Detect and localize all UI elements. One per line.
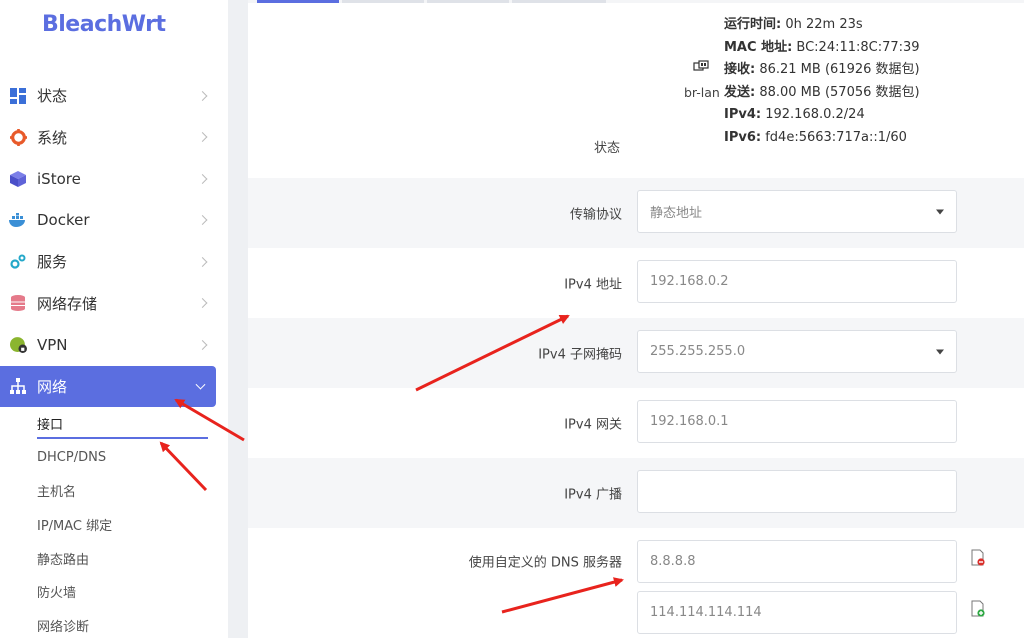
protocol-value: 静态地址 [650, 206, 703, 221]
sidebar-item-services[interactable]: 服务 [0, 241, 228, 283]
network-subnav: 接口 DHCP/DNS 主机名 IP/MAC 绑定 静态路由 防火墙 网络诊断 [0, 407, 228, 638]
gears-icon [9, 253, 27, 271]
subnav-item-firewall[interactable]: 防火墙 [37, 575, 228, 609]
chevron-right-icon [197, 215, 208, 226]
caret-down-icon [936, 349, 944, 354]
ipv4-address-value: 192.168.0.2 [650, 274, 729, 289]
device-name: br-lan [684, 85, 720, 100]
dns-server-value-1: 8.8.8.8 [650, 554, 696, 569]
stat-tx: 发送: 88.00 MB (57056 数据包) [724, 84, 920, 100]
network-tree-icon [9, 377, 27, 395]
sidebar-item-istore[interactable]: iStore [0, 158, 228, 200]
dashboard-icon [9, 87, 27, 105]
ipv4-netmask-select[interactable]: 255.255.255.0 [637, 330, 957, 373]
sidebar-item-label: 状态 [37, 87, 68, 106]
add-dns-button[interactable] [969, 600, 987, 618]
stat-rx: 接收: 86.21 MB (61926 数据包) [724, 62, 920, 78]
ipv4-gateway-value: 192.168.0.1 [650, 414, 729, 429]
interface-stats: 运行时间: 0h 22m 23s MAC 地址: BC:24:11:8C:77:… [724, 14, 920, 150]
sidebar-item-network[interactable]: 网络 [0, 365, 216, 407]
subnav-item-static-routes[interactable]: 静态路由 [37, 541, 228, 575]
docker-whale-icon [9, 211, 27, 229]
stat-uptime: 运行时间: 0h 22m 23s [724, 17, 863, 32]
sidebar-item-storage[interactable]: 网络存储 [0, 283, 228, 325]
ipv4-gateway-label: IPv4 网关 [564, 417, 622, 433]
sidebar-item-status[interactable]: 状态 [0, 75, 228, 117]
dns-server-input-1[interactable]: 8.8.8.8 [637, 540, 957, 583]
ipv4-gateway-input[interactable]: 192.168.0.1 [637, 400, 957, 443]
ethernet-port-icon [693, 60, 709, 78]
subnav-item-interfaces[interactable]: 接口 [37, 407, 228, 441]
chevron-right-icon [197, 173, 208, 184]
subnav-item-ip-mac-binding[interactable]: IP/MAC 绑定 [37, 508, 228, 542]
cube-icon [9, 170, 27, 188]
gear-icon [9, 128, 27, 146]
globe-lock-icon [9, 336, 27, 354]
dns-server-input-2[interactable]: 114.114.114.114 [637, 591, 957, 634]
ipv4-netmask-label: IPv4 子网掩码 [538, 347, 622, 363]
sidebar: BleachWrt 状态 系统 iStore Docker 服务 网络存储 VP… [0, 0, 228, 638]
sidebar-item-label: 服务 [37, 253, 68, 272]
stat-mac: MAC 地址: BC:24:11:8C:77:39 [724, 39, 920, 55]
chevron-right-icon [197, 132, 208, 143]
protocol-select[interactable]: 静态地址 [637, 190, 957, 233]
stat-ipv6: IPv6: fd4e:5663:717a::1/60 [724, 129, 907, 145]
sidebar-item-system[interactable]: 系统 [0, 117, 228, 159]
subnav-item-diagnostics[interactable]: 网络诊断 [37, 609, 228, 638]
ipv4-broadcast-label: IPv4 广播 [564, 487, 622, 503]
status-label: 状态 [594, 141, 621, 156]
sidebar-item-label: 网络存储 [37, 294, 98, 313]
sidebar-item-label: 网络 [37, 377, 68, 396]
sidebar-item-vpn[interactable]: VPN [0, 324, 228, 366]
subnav-item-dhcp-dns[interactable]: DHCP/DNS [37, 441, 228, 475]
ipv4-address-label: IPv4 地址 [564, 277, 622, 293]
chevron-right-icon [197, 298, 208, 309]
chevron-right-icon [197, 256, 208, 267]
sidebar-nav: 状态 系统 iStore Docker 服务 网络存储 VPN 网络 接口 DH… [0, 75, 228, 638]
remove-dns-button[interactable] [969, 549, 987, 567]
ipv4-address-input[interactable]: 192.168.0.2 [637, 260, 957, 303]
ipv4-broadcast-input[interactable] [637, 470, 957, 513]
remove-icon [971, 549, 985, 566]
brand-logo[interactable]: BleachWrt [42, 12, 166, 37]
chevron-down-icon [195, 379, 206, 390]
sidebar-item-label: VPN [37, 335, 68, 354]
sidebar-item-label: 系统 [37, 128, 68, 147]
stat-ipv4: IPv4: 192.168.0.2/24 [724, 107, 865, 123]
caret-down-icon [936, 209, 944, 214]
database-icon [9, 294, 27, 312]
sidebar-item-label: Docker [37, 211, 90, 230]
add-icon [971, 600, 985, 617]
chevron-right-icon [197, 339, 208, 350]
sidebar-item-label: iStore [37, 169, 81, 188]
ipv4-netmask-value: 255.255.255.0 [650, 344, 746, 359]
custom-dns-label: 使用自定义的 DNS 服务器 [468, 555, 622, 571]
protocol-label: 传输协议 [569, 207, 622, 223]
subnav-item-hostnames[interactable]: 主机名 [37, 474, 228, 508]
dns-server-value-2: 114.114.114.114 [650, 605, 762, 620]
sidebar-item-docker[interactable]: Docker [0, 200, 228, 242]
sidebar-divider [228, 0, 248, 638]
chevron-right-icon [197, 90, 208, 101]
